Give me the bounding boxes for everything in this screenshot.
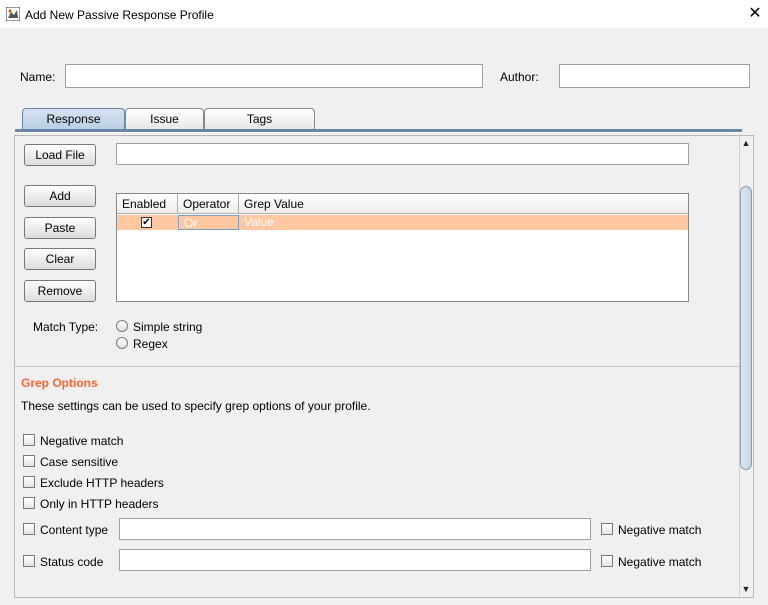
simple-string-label: Simple string <box>133 320 203 334</box>
only-in-http-headers-label: Only in HTTP headers <box>40 497 159 511</box>
remove-button[interactable]: Remove <box>24 280 96 302</box>
tab-issue[interactable]: Issue <box>125 108 204 130</box>
tab-underline-highlight <box>15 132 742 133</box>
add-button[interactable]: Add <box>24 185 96 207</box>
status-code-negative-match-label: Negative match <box>618 555 702 569</box>
load-file-path-field[interactable] <box>116 143 689 165</box>
author-label: Author: <box>500 70 539 84</box>
column-header-grep-value[interactable]: Grep Value <box>239 194 688 214</box>
grep-options-title: Grep Options <box>21 376 98 390</box>
close-icon[interactable]: ✕ <box>744 3 766 25</box>
tab-tags[interactable]: Tags <box>204 108 315 130</box>
status-code-negative-match-checkbox[interactable] <box>601 555 613 567</box>
tab-response[interactable]: Response <box>22 108 125 130</box>
content-type-field[interactable] <box>119 518 591 540</box>
name-label: Name: <box>20 70 56 84</box>
status-code-checkbox[interactable] <box>23 555 35 567</box>
scroll-up-icon[interactable]: ▲ <box>739 136 753 150</box>
exclude-http-headers-label: Exclude HTTP headers <box>40 476 164 490</box>
content-type-checkbox[interactable] <box>23 523 35 535</box>
load-file-button[interactable]: Load File <box>24 144 96 166</box>
paste-button[interactable]: Paste <box>24 217 96 239</box>
name-field[interactable] <box>65 64 483 88</box>
regex-radio[interactable] <box>116 337 128 349</box>
grep-table[interactable]: Enabled Operator Grep Value ✔ Or Value <box>116 193 689 302</box>
row-operator-cell[interactable]: Or <box>178 215 239 230</box>
clear-button[interactable]: Clear <box>24 248 96 270</box>
check-icon: ✔ <box>141 217 152 228</box>
negative-match-checkbox[interactable] <box>23 434 35 446</box>
case-sensitive-label: Case sensitive <box>40 455 119 469</box>
case-sensitive-checkbox[interactable] <box>23 455 35 467</box>
content-type-label: Content type <box>40 523 109 537</box>
column-header-operator[interactable]: Operator <box>178 194 239 214</box>
scroll-down-icon[interactable]: ▼ <box>739 582 753 596</box>
row-grep-value-cell[interactable]: Value <box>239 215 688 230</box>
exclude-http-headers-checkbox[interactable] <box>23 476 35 488</box>
simple-string-radio[interactable] <box>116 320 128 332</box>
section-divider <box>15 366 739 367</box>
column-header-enabled[interactable]: Enabled <box>117 194 178 214</box>
window-titlebar: Add New Passive Response Profile ✕ <box>0 0 768 28</box>
status-code-field[interactable] <box>119 549 591 571</box>
app-icon <box>6 7 20 21</box>
match-type-label: Match Type: <box>33 320 99 334</box>
grep-options-description: These settings can be used to specify gr… <box>21 399 371 413</box>
status-code-label: Status code <box>40 555 104 569</box>
negative-match-label: Negative match <box>40 434 124 448</box>
scrollbar-thumb[interactable] <box>740 186 752 470</box>
window-title: Add New Passive Response Profile <box>25 8 214 22</box>
regex-label: Regex <box>133 337 168 351</box>
content-type-negative-match-label: Negative match <box>618 523 702 537</box>
author-field[interactable] <box>559 64 750 88</box>
only-in-http-headers-checkbox[interactable] <box>23 497 35 509</box>
row-enabled-checkbox[interactable]: ✔ <box>141 217 152 228</box>
content-type-negative-match-checkbox[interactable] <box>601 523 613 535</box>
